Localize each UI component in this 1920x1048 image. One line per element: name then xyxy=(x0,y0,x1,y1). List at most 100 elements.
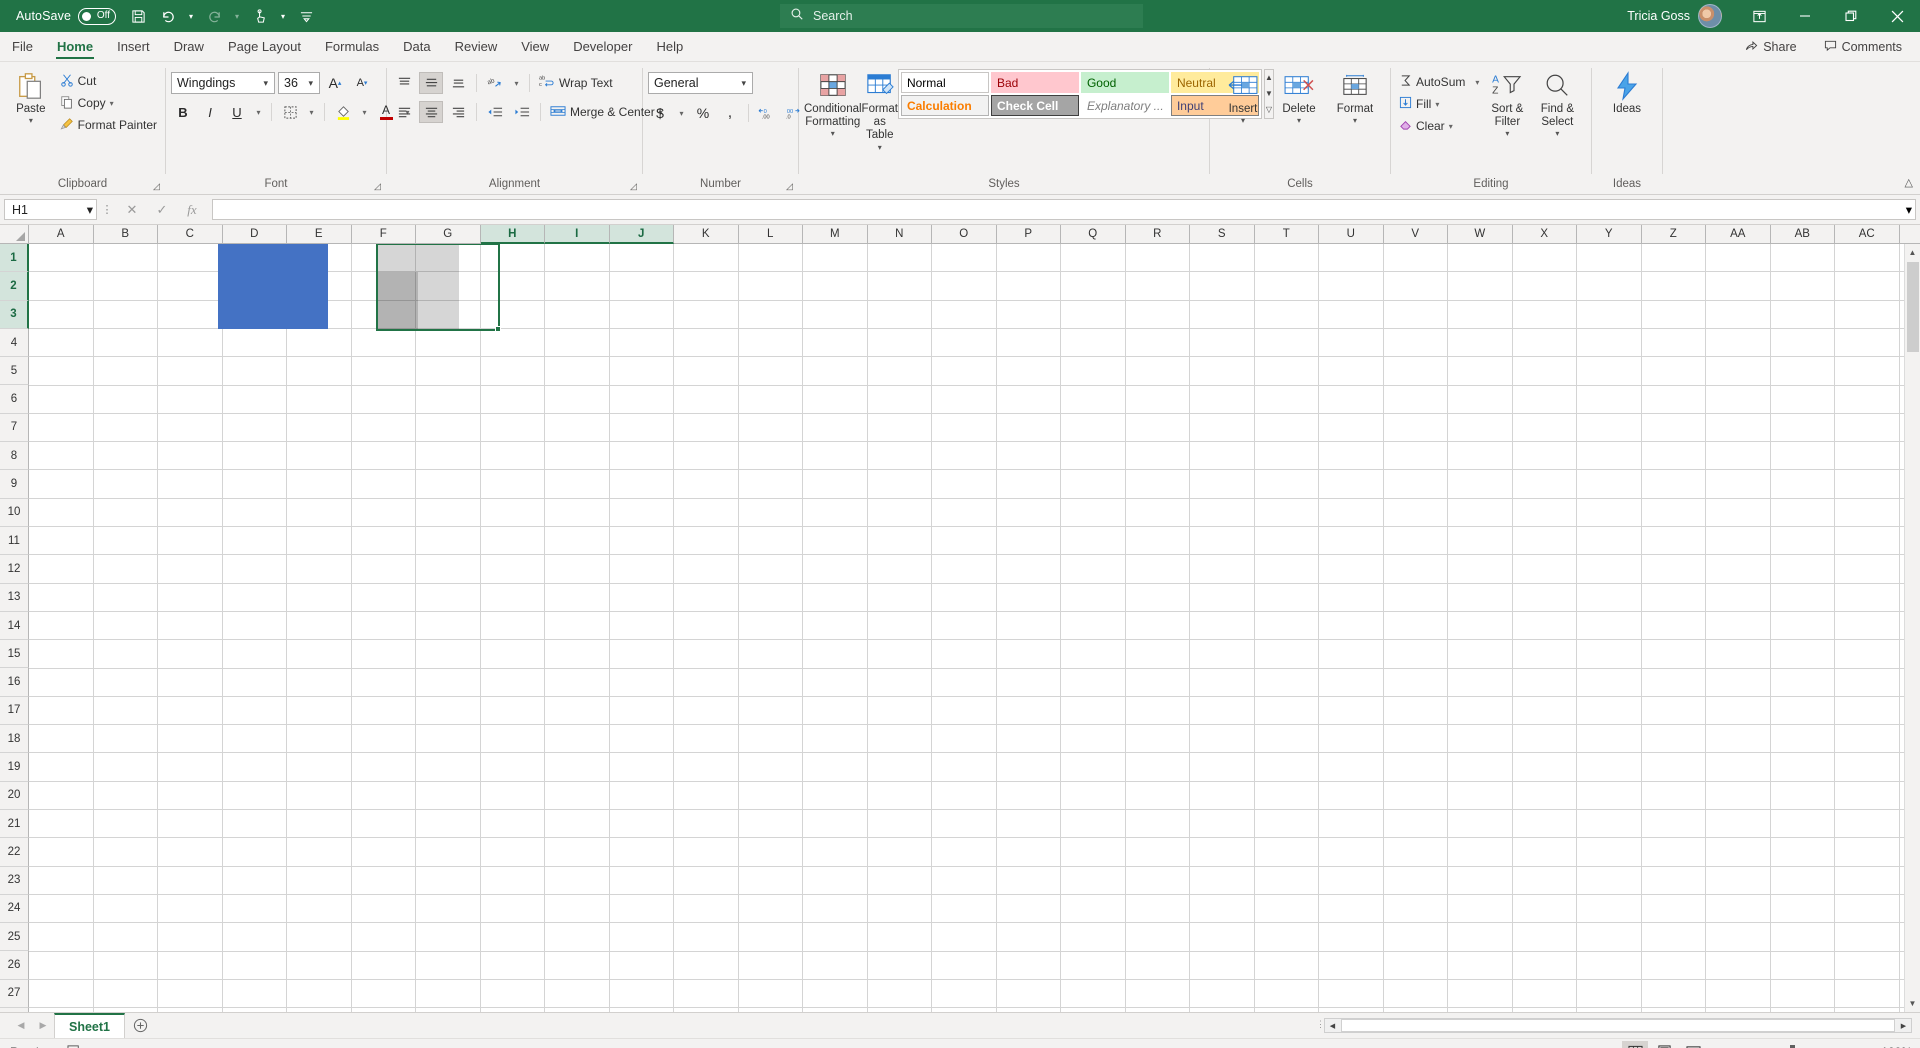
row-header-6[interactable]: 6 xyxy=(0,385,29,414)
row-header-22[interactable]: 22 xyxy=(0,838,29,867)
chevron-down-icon[interactable]: ▾ xyxy=(259,78,272,89)
tab-home[interactable]: Home xyxy=(45,36,105,61)
conditional-formatting-button[interactable]: Conditional Formatting ▾ xyxy=(804,66,862,138)
conditional-formatting-dropdown-icon[interactable]: ▾ xyxy=(831,130,835,138)
undo-icon[interactable] xyxy=(154,2,182,30)
row-header-8[interactable]: 8 xyxy=(0,442,29,471)
column-header-S[interactable]: S xyxy=(1190,225,1255,244)
tab-formulas[interactable]: Formulas xyxy=(313,36,391,61)
clipboard-dialog-launcher[interactable]: ◿ xyxy=(151,181,162,192)
align-bottom-icon[interactable] xyxy=(446,72,470,94)
minimize-icon[interactable] xyxy=(1782,0,1828,32)
increase-indent-icon[interactable] xyxy=(510,101,534,123)
undo-dropdown-icon[interactable]: ▾ xyxy=(184,2,198,30)
scroll-grip[interactable]: ⋮ xyxy=(1316,1019,1325,1033)
row-header-12[interactable]: 12 xyxy=(0,555,29,584)
style-bad[interactable]: Bad xyxy=(990,72,1079,93)
column-header-B[interactable]: B xyxy=(93,225,158,244)
row-header-26[interactable]: 26 xyxy=(0,951,29,980)
insert-cells-button[interactable]: Insert ▾ xyxy=(1215,66,1271,125)
row-header-25[interactable]: 25 xyxy=(0,923,29,952)
style-normal[interactable]: Normal xyxy=(900,72,989,93)
share-button[interactable]: Share xyxy=(1735,36,1806,58)
row-header-4[interactable]: 4 xyxy=(0,328,29,358)
save-icon[interactable] xyxy=(124,2,152,30)
zoom-slider[interactable] xyxy=(1740,1045,1836,1048)
customize-quick-access-icon[interactable] xyxy=(292,2,320,30)
next-sheet-icon[interactable]: ▶ xyxy=(32,1015,54,1037)
column-header-AA[interactable]: AA xyxy=(1706,225,1771,244)
fill-button[interactable]: Fill ▾ xyxy=(1396,93,1482,115)
style-calculation[interactable]: Calculation xyxy=(900,95,989,116)
row-header-16[interactable]: 16 xyxy=(0,668,29,697)
row-header-5[interactable]: 5 xyxy=(0,357,29,386)
text-orientation-icon[interactable]: ab xyxy=(483,72,507,94)
copy-dropdown-icon[interactable]: ▾ xyxy=(110,99,114,108)
paste-dropdown-icon[interactable]: ▾ xyxy=(29,117,33,125)
column-header-Y[interactable]: Y xyxy=(1577,225,1642,244)
autosum-dropdown-icon[interactable]: ▾ xyxy=(1475,78,1479,87)
align-right-icon[interactable] xyxy=(446,101,470,123)
row-header-9[interactable]: 9 xyxy=(0,470,29,499)
align-middle-icon[interactable] xyxy=(419,72,443,94)
row-header-2[interactable]: 2 xyxy=(0,272,29,301)
fill-dropdown-icon[interactable]: ▾ xyxy=(1435,100,1439,109)
font-name-combo[interactable]: Wingdings ▾ xyxy=(171,72,275,94)
column-header-N[interactable]: N xyxy=(867,225,932,244)
tab-data[interactable]: Data xyxy=(391,36,442,61)
align-center-icon[interactable] xyxy=(419,101,443,123)
column-header-Z[interactable]: Z xyxy=(1641,225,1706,244)
format-as-table-button[interactable]: Format as Table ▾ xyxy=(862,66,898,152)
number-dialog-launcher[interactable]: ◿ xyxy=(784,181,795,192)
row-header-11[interactable]: 11 xyxy=(0,526,29,556)
row-header-10[interactable]: 10 xyxy=(0,498,29,527)
touch-mode-icon[interactable] xyxy=(246,2,274,30)
scroll-right-icon[interactable]: ▶ xyxy=(1896,1019,1911,1032)
align-top-icon[interactable] xyxy=(392,72,416,94)
format-dropdown-icon[interactable]: ▾ xyxy=(1353,117,1357,125)
page-layout-view-icon[interactable] xyxy=(1651,1041,1677,1048)
tab-draw[interactable]: Draw xyxy=(162,36,216,61)
tab-review[interactable]: Review xyxy=(443,36,510,61)
italic-button[interactable]: I xyxy=(198,101,222,123)
vertical-scroll-thumb[interactable] xyxy=(1906,262,1919,352)
tab-file[interactable]: File xyxy=(0,36,45,61)
scroll-left-icon[interactable]: ◀ xyxy=(1325,1019,1340,1032)
row-header-17[interactable]: 17 xyxy=(0,696,29,726)
expand-formula-bar-icon[interactable]: ▾ xyxy=(1906,202,1912,217)
sort-filter-button[interactable]: AZ Sort & Filter ▾ xyxy=(1482,66,1532,138)
row-header-7[interactable]: 7 xyxy=(0,413,29,443)
chevron-down-icon[interactable]: ▾ xyxy=(737,78,750,89)
find-select-button[interactable]: Find & Select ▾ xyxy=(1532,66,1582,138)
column-header-R[interactable]: R xyxy=(1125,225,1190,244)
cut-button[interactable]: Cut xyxy=(57,70,160,92)
column-header-F[interactable]: F xyxy=(351,225,416,244)
underline-dropdown-icon[interactable]: ▾ xyxy=(252,101,265,123)
delete-cells-button[interactable]: Delete ▾ xyxy=(1271,66,1327,125)
zoom-out-button[interactable]: − xyxy=(1719,1044,1731,1048)
accessibility-checker-icon[interactable] xyxy=(67,1044,83,1048)
column-header-V[interactable]: V xyxy=(1383,225,1448,244)
blue-rectangle[interactable] xyxy=(218,244,328,329)
sort-filter-dropdown-icon[interactable]: ▾ xyxy=(1505,130,1509,138)
format-cells-button[interactable]: Format ▾ xyxy=(1327,66,1383,125)
increase-decimal-icon[interactable]: 0.00 xyxy=(755,102,779,124)
row-header-21[interactable]: 21 xyxy=(0,809,29,839)
search-box[interactable]: Search xyxy=(780,4,1143,28)
add-sheet-icon[interactable] xyxy=(125,1018,155,1033)
column-header-H[interactable]: H xyxy=(480,225,545,244)
column-header-T[interactable]: T xyxy=(1254,225,1319,244)
zoom-in-button[interactable]: + xyxy=(1845,1044,1857,1048)
autosave-toggle[interactable]: AutoSave Off xyxy=(10,3,122,29)
chevron-down-icon[interactable]: ▾ xyxy=(87,202,93,217)
row-header-13[interactable]: 13 xyxy=(0,583,29,612)
column-header-U[interactable]: U xyxy=(1319,225,1384,244)
column-header-C[interactable]: C xyxy=(158,225,223,244)
row-header-20[interactable]: 20 xyxy=(0,781,29,810)
style-good[interactable]: Good xyxy=(1080,72,1169,93)
tab-page-layout[interactable]: Page Layout xyxy=(216,36,313,61)
shrink-font-button[interactable]: A ▾ xyxy=(350,72,374,94)
align-left-icon[interactable] xyxy=(392,101,416,123)
orientation-dropdown-icon[interactable]: ▾ xyxy=(510,72,523,94)
scroll-down-icon[interactable]: ▼ xyxy=(1905,995,1920,1012)
